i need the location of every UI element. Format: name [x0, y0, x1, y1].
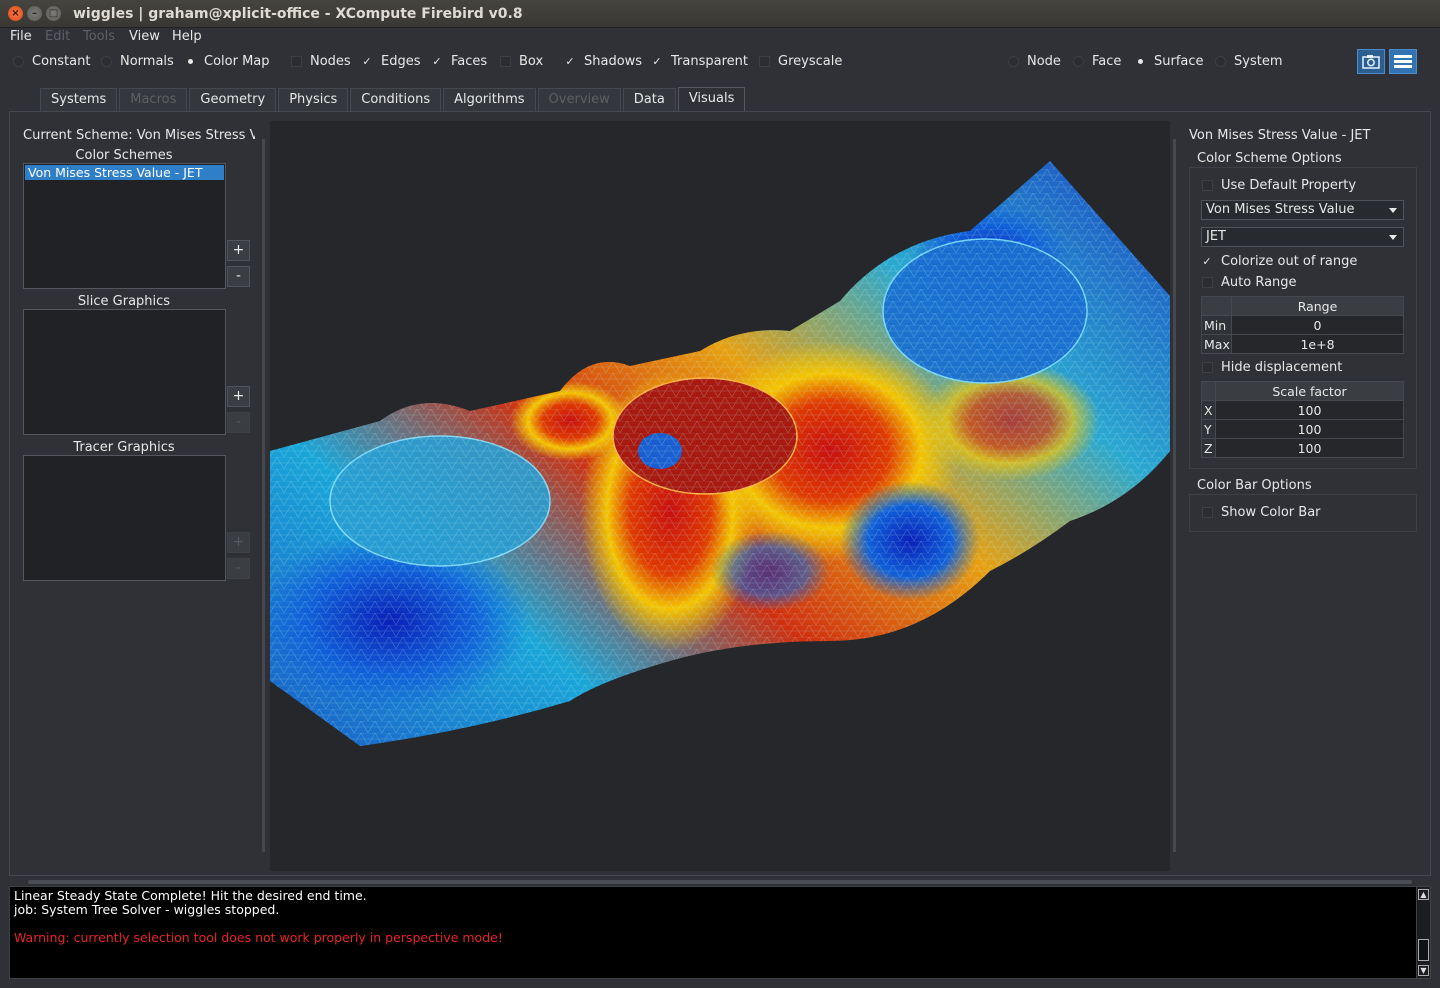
colorize-out-of-range-checkbox[interactable]: ✓ Colorize out of range	[1201, 254, 1357, 269]
stress-mesh-render[interactable]	[270, 121, 1170, 871]
tab-algorithms[interactable]: Algorithms	[443, 88, 536, 112]
hamburger-icon	[1394, 55, 1412, 68]
tracer-graphics-heading: Tracer Graphics	[73, 440, 175, 455]
tab-systems[interactable]: Systems	[40, 88, 118, 112]
chevron-down-icon	[1389, 235, 1397, 240]
tab-data[interactable]: Data	[622, 88, 676, 112]
x-scale-cell[interactable]: 100	[1215, 400, 1404, 420]
scheme-title: Von Mises Stress Value - JET	[1189, 128, 1371, 143]
console-splitter[interactable]	[28, 880, 1412, 884]
box-checkbox[interactable]: Box	[499, 54, 543, 69]
window-title: wiggles | graham@xplicit-office - XCompu…	[73, 6, 523, 22]
scroll-up-icon[interactable]: ▲	[1418, 889, 1429, 900]
faces-checkbox[interactable]: ✓ Faces	[431, 54, 487, 69]
scale-factor-header: Scale factor	[1215, 381, 1404, 401]
range-header: Range	[1231, 296, 1404, 316]
hide-displacement-checkbox[interactable]: Hide displacement	[1201, 360, 1342, 375]
add-slice-button[interactable]: +	[227, 386, 250, 407]
nodes-checkbox[interactable]: Nodes	[290, 54, 351, 69]
remove-slice-button[interactable]: -	[227, 412, 250, 433]
title-bar: × – □ wiggles | graham@xplicit-office - …	[0, 0, 1440, 28]
transparent-checkbox[interactable]: ✓ Transparent	[651, 54, 748, 69]
menu-tools[interactable]: Tools	[83, 29, 115, 44]
edges-checkbox[interactable]: ✓ Edges	[361, 54, 420, 69]
range-table: Range Min 0 Max 1e+8	[1201, 296, 1404, 354]
tab-overview[interactable]: Overview	[537, 88, 621, 112]
min-label: Min	[1201, 315, 1232, 335]
hamburger-menu-button[interactable]	[1389, 49, 1417, 74]
menu-view[interactable]: View	[129, 29, 160, 44]
tab-geometry[interactable]: Geometry	[189, 88, 277, 112]
right-splitter[interactable]	[1173, 139, 1176, 852]
camera-icon	[1362, 55, 1380, 69]
left-splitter[interactable]	[262, 139, 265, 852]
console-line: job: System Tree Solver - wiggles stoppe…	[14, 902, 280, 917]
color-schemes-list[interactable]: Von Mises Stress Value - JET	[23, 163, 226, 289]
max-value-cell[interactable]: 1e+8	[1231, 334, 1404, 354]
color-schemes-heading: Color Schemes	[75, 148, 173, 163]
console-line: Linear Steady State Complete! Hit the de…	[14, 888, 367, 903]
system-radio[interactable]: System	[1214, 54, 1282, 69]
normals-radio[interactable]: Normals	[100, 54, 174, 69]
use-default-property-checkbox[interactable]: Use Default Property	[1201, 178, 1356, 193]
auto-range-checkbox[interactable]: Auto Range	[1201, 275, 1297, 290]
x-label: X	[1201, 400, 1216, 420]
close-icon[interactable]: ×	[8, 6, 23, 21]
add-color-scheme-button[interactable]: +	[227, 240, 250, 261]
console-scrollbar[interactable]: ▲ ▼	[1416, 887, 1430, 978]
constant-radio[interactable]: Constant	[12, 54, 90, 69]
tab-physics[interactable]: Physics	[278, 88, 349, 112]
tracer-graphics-list[interactable]	[23, 455, 226, 581]
tab-bar: Systems Macros Geometry Physics Conditio…	[40, 87, 747, 112]
list-item[interactable]: Von Mises Stress Value - JET	[25, 165, 224, 180]
tab-macros[interactable]: Macros	[119, 88, 188, 112]
property-select[interactable]: Von Mises Stress Value	[1201, 200, 1404, 220]
surface-radio[interactable]: Surface	[1134, 54, 1204, 69]
colormap-select[interactable]: JET	[1201, 227, 1404, 247]
menu-bar: File Edit Tools View Help	[0, 28, 1440, 47]
tab-visuals[interactable]: Visuals	[677, 87, 746, 112]
3d-viewport[interactable]	[270, 121, 1170, 871]
remove-tracer-button[interactable]: -	[227, 558, 250, 579]
slice-graphics-heading: Slice Graphics	[77, 294, 171, 309]
scroll-down-icon[interactable]: ▼	[1418, 965, 1429, 976]
max-label: Max	[1201, 334, 1232, 354]
console-warning: Warning: currently selection tool does n…	[14, 930, 503, 945]
maximize-icon[interactable]: □	[46, 6, 61, 21]
menu-file[interactable]: File	[10, 29, 32, 44]
show-color-bar-checkbox[interactable]: Show Color Bar	[1201, 505, 1321, 520]
y-label: Y	[1201, 419, 1216, 439]
remove-color-scheme-button[interactable]: -	[227, 266, 250, 287]
output-console[interactable]: Linear Steady State Complete! Hit the de…	[9, 886, 1431, 979]
scroll-thumb[interactable]	[1418, 939, 1429, 961]
node-radio[interactable]: Node	[1007, 54, 1061, 69]
menu-edit[interactable]: Edit	[45, 29, 70, 44]
tab-conditions[interactable]: Conditions	[350, 88, 442, 112]
chevron-down-icon	[1389, 208, 1397, 213]
z-label: Z	[1201, 438, 1216, 458]
menu-help[interactable]: Help	[172, 29, 202, 44]
color-map-radio[interactable]: Color Map	[184, 54, 270, 69]
slice-graphics-list[interactable]	[23, 309, 226, 435]
scale-factor-table: Scale factor X 100 Y 100 Z 100	[1201, 381, 1404, 458]
minimize-icon[interactable]: –	[27, 6, 42, 21]
display-toolbar: Constant Normals Color Map Nodes ✓ Edges …	[0, 48, 1440, 76]
color-scheme-options-heading: Color Scheme Options	[1197, 151, 1342, 166]
color-bar-options-heading: Color Bar Options	[1197, 478, 1312, 493]
z-scale-cell[interactable]: 100	[1215, 438, 1404, 458]
add-tracer-button[interactable]: +	[227, 532, 250, 553]
shadows-checkbox[interactable]: ✓ Shadows	[564, 54, 642, 69]
min-value-cell[interactable]: 0	[1231, 315, 1404, 335]
greyscale-checkbox[interactable]: Greyscale	[758, 54, 842, 69]
y-scale-cell[interactable]: 100	[1215, 419, 1404, 439]
face-radio[interactable]: Face	[1072, 54, 1121, 69]
screenshot-button[interactable]	[1357, 49, 1385, 74]
current-scheme-label: Current Scheme: Von Mises Stress Val	[23, 128, 255, 143]
